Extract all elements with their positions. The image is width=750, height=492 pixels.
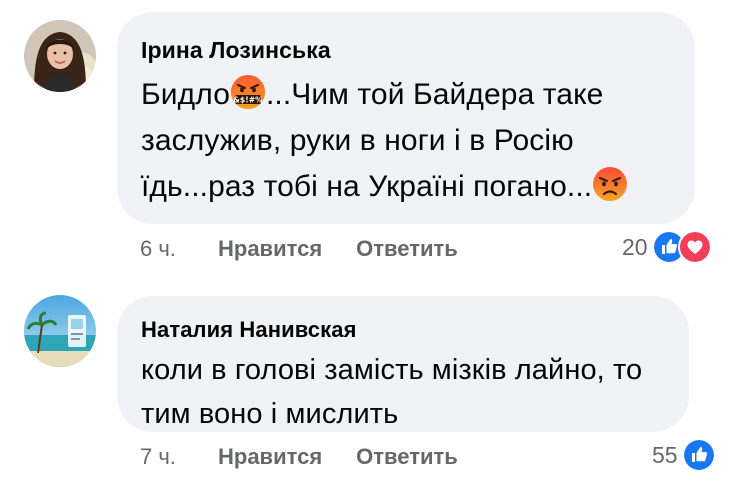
reply-button[interactable]: Ответить xyxy=(356,444,458,470)
reply-button[interactable]: Ответить xyxy=(356,236,458,262)
reaction-summary[interactable]: 20 xyxy=(622,230,712,264)
love-icon xyxy=(677,230,712,264)
comment-actions: 6 ч. Нравится Ответить xyxy=(140,236,458,262)
comment-author[interactable]: Ірина Лозинська xyxy=(141,36,671,64)
svg-text:&$!#%: &$!#% xyxy=(233,96,263,105)
like-button[interactable]: Нравится xyxy=(218,444,322,470)
avatar[interactable] xyxy=(24,295,96,367)
avatar-photo xyxy=(24,20,96,92)
face-with-symbols-on-mouth-emoji-icon: &$!#% xyxy=(230,75,265,109)
comment-author[interactable]: Наталия Нанивская xyxy=(141,316,665,344)
comment-actions: 7 ч. Нравится Ответить xyxy=(140,444,458,470)
reaction-summary[interactable]: 55 xyxy=(652,438,716,472)
angry-face-emoji-icon xyxy=(593,167,628,201)
like-button[interactable]: Нравится xyxy=(218,236,322,262)
reaction-count: 20 xyxy=(622,233,648,260)
comment-text: Бидло &$!#% ...Чим той Байдера таке засл… xyxy=(141,72,671,210)
reaction-count: 55 xyxy=(652,441,678,468)
comment-bubble: Наталия Нанивская коли в голові замість … xyxy=(117,296,689,432)
comment-text-start: Бидло xyxy=(141,78,230,111)
comment-timestamp[interactable]: 7 ч. xyxy=(140,444,218,470)
comment-text: коли в голові замість мізків лайно, то т… xyxy=(141,354,643,430)
comment-bubble: Ірина Лозинська Бидло &$!#% ...Чим той Б… xyxy=(117,12,695,224)
avatar-photo xyxy=(24,295,96,367)
comment-timestamp[interactable]: 6 ч. xyxy=(140,236,218,262)
like-icon xyxy=(681,438,716,472)
avatar[interactable] xyxy=(24,20,96,92)
